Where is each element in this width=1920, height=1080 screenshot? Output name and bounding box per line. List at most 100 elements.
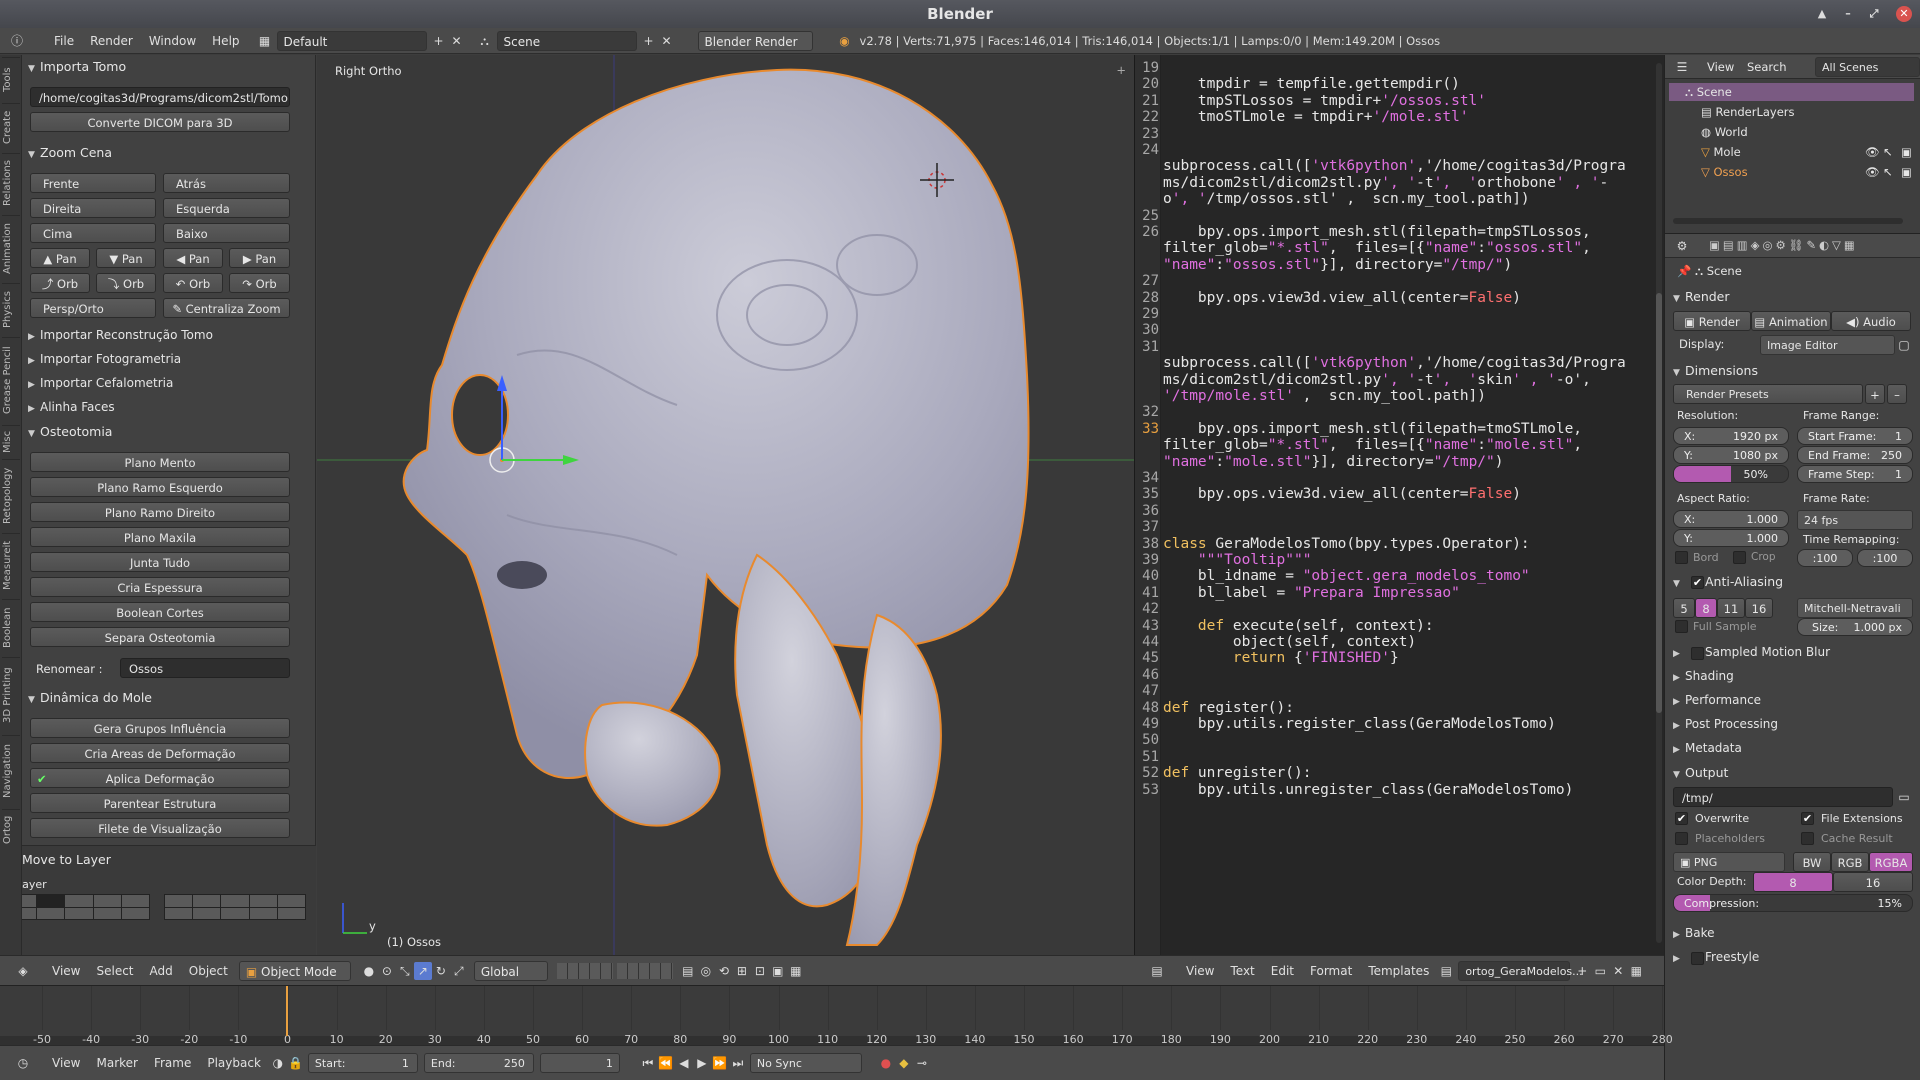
converte-dicom-button[interactable]: Converte DICOM para 3D bbox=[30, 112, 290, 132]
tab-animation[interactable]: Animation bbox=[2, 215, 20, 281]
select-arrow-icon[interactable]: ↖ bbox=[1883, 145, 1893, 159]
aa-size-field[interactable]: Size: 1.000 px bbox=[1797, 618, 1913, 636]
placeholders-checkbox[interactable] bbox=[1675, 832, 1688, 845]
gera-grupos-button[interactable]: Gera Grupos Influência bbox=[30, 718, 290, 738]
editor-type-text-icon[interactable]: ▤ bbox=[1148, 962, 1166, 980]
close-icon[interactable]: ✕ bbox=[1896, 6, 1912, 22]
keyframe-icon[interactable]: ⊸ bbox=[913, 1054, 931, 1072]
menu-view[interactable]: View bbox=[44, 961, 88, 981]
start-frame-input[interactable]: Start: 1 bbox=[307, 1053, 418, 1073]
menu-add[interactable]: Add bbox=[142, 961, 181, 981]
pivot-icon[interactable]: ⊙ bbox=[378, 962, 396, 980]
code-line[interactable]: '/tmp/mole.stl' , scn.my_tool.path]) bbox=[1163, 388, 1486, 404]
pan-down-button[interactable]: ▼ Pan bbox=[96, 248, 156, 268]
panel-bake[interactable]: ▶ Bake bbox=[1673, 926, 1715, 940]
plano-maxila-button[interactable]: Plano Maxila bbox=[30, 527, 290, 547]
tab-retopology[interactable]: Retopology bbox=[2, 459, 20, 531]
remap-new-field[interactable]: :100 bbox=[1857, 549, 1913, 567]
code-line[interactable]: subprocess.call(['vtk6python','/home/cog… bbox=[1163, 355, 1626, 371]
aa-filter-select[interactable]: Mitchell-Netravali bbox=[1797, 598, 1913, 618]
code-line[interactable]: filter_glob="*.stl", files=[{"name":"mol… bbox=[1163, 437, 1582, 453]
panel-dimensions[interactable]: ▼ Dimensions bbox=[1673, 363, 1758, 378]
outliner-item-scene[interactable]: ⛬ Scene bbox=[1685, 85, 1732, 100]
audio-button[interactable]: ◀) Audio bbox=[1831, 311, 1911, 331]
move-to-layer-header[interactable]: ▼Move to Layer bbox=[10, 852, 111, 867]
remove-layout-icon[interactable]: ✕ bbox=[448, 32, 466, 50]
jump-key-back-icon[interactable]: ⏪ bbox=[657, 1054, 675, 1072]
code-line[interactable]: subprocess.call(['vtk6python','/home/cog… bbox=[1163, 158, 1626, 174]
code-line[interactable]: "name":"ossos.stl"}], directory="/tmp/") bbox=[1163, 257, 1512, 273]
current-frame-marker[interactable] bbox=[286, 986, 288, 1036]
tab-misc[interactable]: Misc bbox=[2, 425, 20, 457]
render-camera-icon[interactable]: ▣ bbox=[1901, 165, 1912, 179]
code-line[interactable]: """Tooltip""" bbox=[1163, 552, 1312, 568]
jump-key-forward-icon[interactable]: ⏩ bbox=[711, 1054, 729, 1072]
cria-areas-button[interactable]: Cria Areas de Deformação bbox=[30, 743, 290, 763]
display-select[interactable]: Image Editor bbox=[1760, 335, 1895, 355]
orb-left-button[interactable]: ↶ Orb bbox=[163, 273, 223, 293]
border-checkbox[interactable] bbox=[1675, 551, 1688, 564]
outliner-menu-search[interactable]: Search bbox=[1747, 60, 1787, 74]
panel-importar-cefalometria[interactable]: ▶ Importar Cefalometria bbox=[28, 376, 173, 390]
panel-importar-reconstrucao[interactable]: ▶ Importar Reconstrução Tomo bbox=[28, 328, 213, 342]
menu-frame[interactable]: Frame bbox=[146, 1053, 199, 1073]
menu-select[interactable]: Select bbox=[88, 961, 141, 981]
file-ext-checkbox[interactable]: ✔ bbox=[1801, 812, 1814, 825]
boolean-cortes-button[interactable]: Boolean Cortes bbox=[30, 602, 290, 622]
junta-tudo-button[interactable]: Junta Tudo bbox=[30, 552, 290, 572]
aplica-deformacao-button[interactable]: ✔ Aplica Deformação bbox=[30, 768, 290, 788]
code-line[interactable]: bpy.utils.register_class(GeraModelosTomo… bbox=[1163, 716, 1556, 732]
keying-set-icon[interactable]: ◆ bbox=[895, 1054, 913, 1072]
tab-navigation[interactable]: Navigation bbox=[2, 735, 20, 807]
panel-importa-tomo[interactable]: ▼ Importa Tomo bbox=[28, 59, 126, 74]
orb-up-button[interactable]: ⤴ Orb bbox=[30, 273, 90, 293]
opengl-anim-icon[interactable]: ▦ bbox=[787, 962, 805, 980]
outliner-filter-select[interactable]: All Scenes bbox=[1815, 57, 1920, 77]
panel-render[interactable]: ▼ Render bbox=[1673, 289, 1730, 304]
rotate-icon[interactable]: ↻ bbox=[432, 962, 450, 980]
scene-select[interactable]: Scene bbox=[496, 30, 637, 51]
text-datablock-icon[interactable]: ▤ bbox=[1437, 962, 1455, 980]
menu-object[interactable]: Object bbox=[181, 961, 236, 981]
remove-preset-icon[interactable]: – bbox=[1887, 384, 1907, 404]
restore-icon[interactable]: ⤢ bbox=[1866, 6, 1882, 22]
manipulator-icon[interactable]: ⤡ bbox=[396, 962, 414, 980]
code-line[interactable]: class GeraModelosTomo(bpy.types.Operator… bbox=[1163, 536, 1530, 552]
code-line[interactable]: tmpdir = tempfile.gettempdir() bbox=[1163, 76, 1460, 92]
add-preset-icon[interactable]: + bbox=[1865, 384, 1885, 404]
menu-render[interactable]: Render bbox=[82, 31, 141, 51]
panel-freestyle[interactable]: ▶ Freestyle bbox=[1673, 950, 1759, 964]
menu-tl-view[interactable]: View bbox=[44, 1053, 88, 1073]
panel-motion-blur[interactable]: ▶ Sampled Motion Blur bbox=[1673, 645, 1830, 659]
panel-dinamica-mole[interactable]: ▼ Dinâmica do Mole bbox=[28, 690, 152, 705]
outliner-item-mole[interactable]: ▽ Mole bbox=[1701, 145, 1741, 159]
record-icon[interactable]: ● bbox=[877, 1054, 895, 1072]
aa-samples-11[interactable]: 11 bbox=[1717, 598, 1745, 618]
text-file-select[interactable]: ortog_GeraModelos... bbox=[1458, 960, 1583, 981]
outliner-item-ossos[interactable]: ▽ Ossos bbox=[1701, 165, 1748, 179]
outliner-menu-view[interactable]: View bbox=[1707, 60, 1734, 74]
editor-type-icon[interactable]: ⓘ bbox=[8, 32, 26, 50]
render-button[interactable]: ▣ Render bbox=[1673, 311, 1751, 331]
code-line[interactable]: filter_glob="*.stl", files=[{"name":"oss… bbox=[1163, 240, 1591, 256]
maximize-up-icon[interactable]: ▲ bbox=[1814, 6, 1830, 22]
render-presets-select[interactable]: Render Presets bbox=[1673, 384, 1863, 404]
plano-ramo-direito-button[interactable]: Plano Ramo Direito bbox=[30, 502, 290, 522]
fps-select[interactable]: 24 fps bbox=[1797, 510, 1913, 530]
pan-up-button[interactable]: ▲ Pan bbox=[30, 248, 90, 268]
menu-file[interactable]: File bbox=[46, 31, 82, 51]
persp-orto-button[interactable]: Persp/Orto bbox=[30, 298, 156, 318]
tab-measureit[interactable]: Measureit bbox=[2, 533, 20, 597]
pin-icon[interactable]: 📌 bbox=[1677, 264, 1691, 278]
lock-icon[interactable]: 🔒 bbox=[287, 1054, 305, 1072]
compression-slider[interactable]: Compression: 15% bbox=[1673, 894, 1913, 912]
frame-step-field[interactable]: Frame Step: 1 bbox=[1797, 465, 1913, 483]
minimize-icon[interactable]: – bbox=[1840, 6, 1856, 22]
remove-scene-icon[interactable]: ✕ bbox=[658, 32, 676, 50]
file-format-select[interactable]: ▣ PNG bbox=[1673, 852, 1785, 872]
aspect-y-field[interactable]: Y: 1.000 bbox=[1673, 529, 1789, 547]
folder-icon[interactable]: ▭ bbox=[1895, 788, 1913, 806]
code-line[interactable]: tmpSTLossos = tmpdir+'/ossos.stl' bbox=[1163, 93, 1486, 109]
view-direita-button[interactable]: Direita bbox=[30, 198, 156, 218]
current-frame-input[interactable]: 1 bbox=[539, 1053, 620, 1073]
